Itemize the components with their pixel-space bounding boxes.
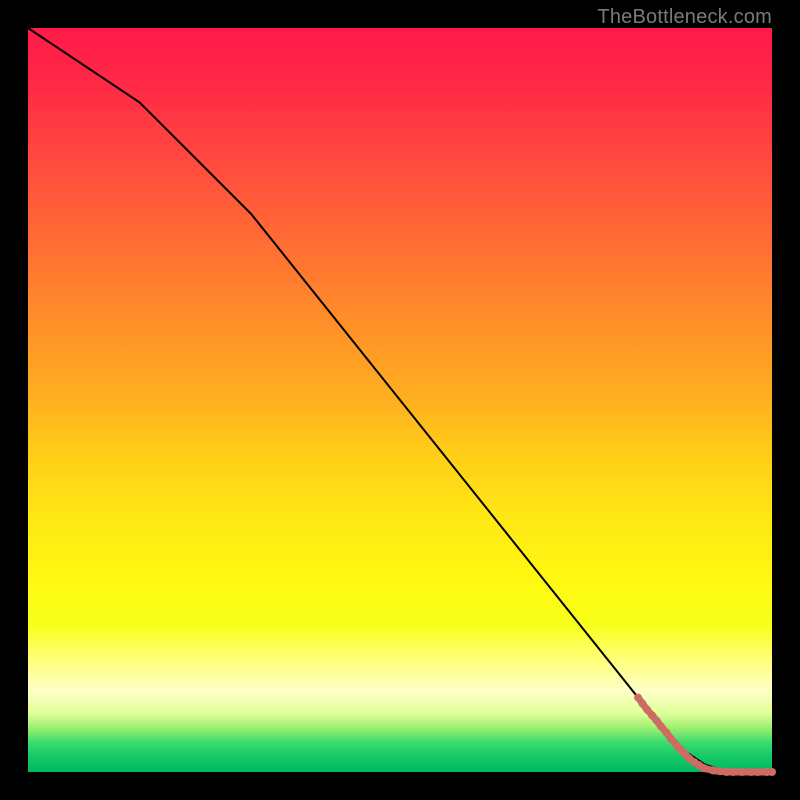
chart-overlay <box>28 28 772 772</box>
chart-frame: TheBottleneck.com <box>0 0 800 800</box>
watermark-text: TheBottleneck.com <box>597 6 772 29</box>
bottleneck-curve-line <box>28 28 772 772</box>
marker-dot <box>768 768 776 776</box>
